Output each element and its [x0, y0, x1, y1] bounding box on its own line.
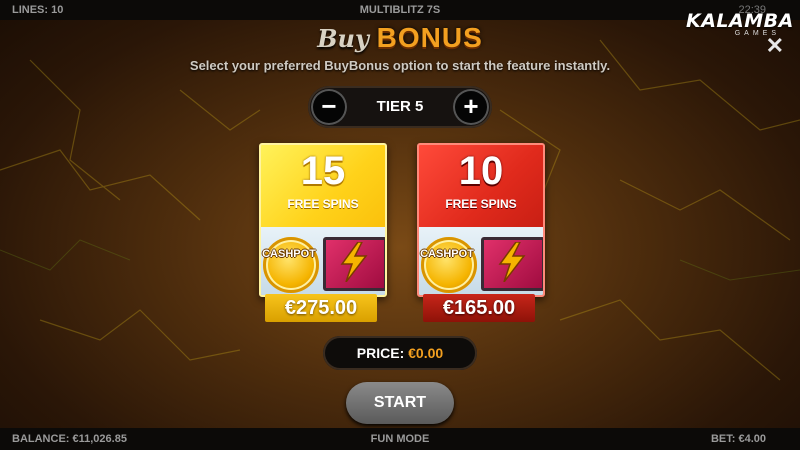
title-bonus: BONUS	[376, 22, 483, 53]
symbols-panel: CASHPOT	[419, 227, 543, 295]
cashpot-label: CASHPOT	[262, 248, 316, 260]
bonus-option-15-spins[interactable]: 15 FREE SPINS CASHPOT	[259, 143, 387, 297]
cashpot-coin-icon	[421, 237, 477, 293]
price-label: PRICE:	[356, 345, 405, 361]
total-price-display: PRICE: €0.00	[323, 336, 477, 370]
mode-label: FUN MODE	[370, 433, 430, 445]
free-spins-label: FREE SPINS	[445, 197, 517, 211]
symbols-panel: CASHPOT	[261, 227, 385, 295]
spin-count: 15	[300, 149, 346, 193]
page-title: Buy BONUS	[0, 22, 800, 54]
bottom-status-bar: BALANCE: €11,026.85 FUN MODE BET: €4.00	[0, 428, 800, 450]
spin-count: 10	[458, 149, 504, 193]
title-buy: Buy	[317, 24, 369, 53]
bonus-option-10-spins[interactable]: 10 FREE SPINS CASHPOT	[417, 143, 545, 297]
cashpot-coin-icon	[263, 237, 319, 293]
instructions-text: Select your preferred BuyBonus option to…	[189, 58, 611, 73]
bet-label: BET: €4.00	[710, 433, 766, 445]
top-status-bar: LINES: 10 MULTIBLITZ 7S 22:39	[0, 0, 800, 20]
tier-increase-button[interactable]: +	[453, 89, 489, 125]
start-button[interactable]: START	[346, 382, 454, 424]
option-price: €165.00	[423, 294, 535, 322]
price-value: €0.00	[408, 345, 444, 361]
game-title: MULTIBLITZ 7S	[359, 4, 441, 16]
option-price: €275.00	[265, 294, 377, 322]
cashpot-label: CASHPOT	[420, 248, 474, 260]
tier-selector: − TIER 5 +	[308, 86, 492, 128]
lightning-bolt-icon	[481, 237, 543, 291]
lightning-bolt-icon	[323, 237, 385, 291]
free-spins-label: FREE SPINS	[287, 197, 359, 211]
